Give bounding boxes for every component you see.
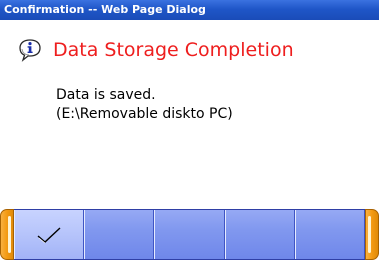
message-line: Data is saved. [56, 87, 156, 103]
confirm-button[interactable] [14, 210, 85, 259]
dialog-header: Data Storage Completion [17, 38, 294, 62]
softkey-2[interactable] [84, 210, 155, 259]
softkey-bar-left-cap [0, 209, 14, 260]
softkey-row [14, 209, 366, 260]
window-title: Confirmation -- Web Page Dialog [4, 3, 206, 16]
window-title-bar: Confirmation -- Web Page Dialog [0, 0, 379, 20]
softkey-bar-right-cap [365, 209, 379, 260]
message-line: (E:\Removable diskto PC) [56, 106, 233, 122]
dialog-message: Data is saved. (E:\Removable diskto PC) [56, 86, 233, 124]
confirmation-dialog: Confirmation -- Web Page Dialog Data Sto… [0, 0, 379, 260]
info-icon [19, 39, 41, 62]
softkey-3[interactable] [154, 210, 225, 259]
checkmark-icon [37, 226, 61, 243]
softkey-5[interactable] [294, 210, 366, 259]
softkey-bar [0, 209, 379, 260]
softkey-4[interactable] [224, 210, 295, 259]
dialog-heading: Data Storage Completion [53, 39, 294, 61]
